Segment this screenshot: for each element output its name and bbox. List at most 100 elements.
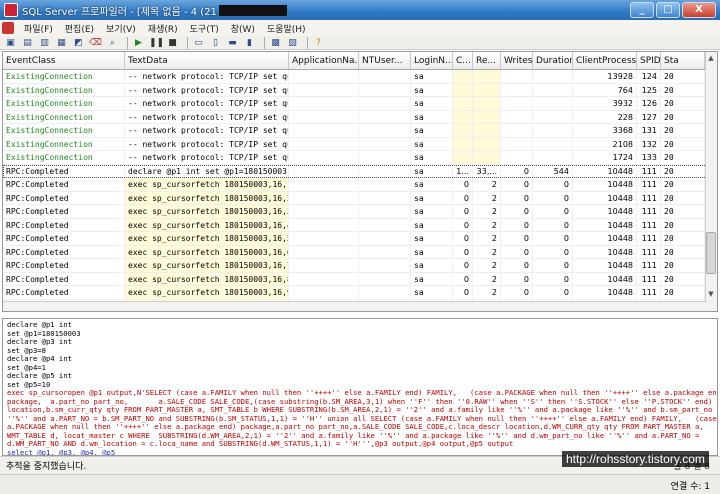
column-header-8[interactable]: Duration bbox=[533, 52, 573, 69]
table-cell bbox=[289, 191, 359, 204]
window1-icon[interactable]: ▭ bbox=[192, 37, 205, 49]
table-cell bbox=[289, 286, 359, 299]
table-cell: 2108 bbox=[573, 137, 637, 150]
properties-icon[interactable]: ◩ bbox=[72, 37, 85, 49]
table-row[interactable]: ExistingConnection -- network protocol: T… bbox=[3, 124, 717, 138]
table-cell: exec sp_cursorfetch 180150003,16,2,1 bbox=[125, 191, 289, 204]
table-cell: 131 bbox=[637, 124, 661, 137]
column-header-5[interactable]: C... bbox=[453, 52, 473, 69]
window2-icon[interactable]: ▯ bbox=[209, 37, 222, 49]
table-row[interactable]: RPC:Completedexec sp_cursorfetch 1801500… bbox=[3, 286, 717, 300]
horizontal-scrollbar[interactable] bbox=[3, 301, 707, 311]
table-cell: 20 bbox=[661, 178, 705, 191]
column-header-7[interactable]: Writes bbox=[501, 52, 533, 69]
table-cell: 0 bbox=[453, 286, 473, 299]
table-cell: RPC:Completed bbox=[3, 286, 125, 299]
menu-item-3[interactable]: 재생(R) bbox=[142, 22, 184, 35]
table-row[interactable]: RPC:Completedexec sp_cursorfetch 1801500… bbox=[3, 191, 717, 205]
window3-icon[interactable]: ▬ bbox=[226, 37, 239, 49]
table-cell bbox=[453, 124, 473, 137]
table-cell: sa bbox=[411, 97, 453, 110]
column-header-2[interactable]: ApplicationNa... bbox=[289, 52, 359, 69]
table-row[interactable]: ExistingConnection -- network protocol: T… bbox=[3, 110, 717, 124]
table-row[interactable]: ExistingConnection -- network protocol: T… bbox=[3, 97, 717, 111]
window4-icon[interactable]: ▮ bbox=[243, 37, 256, 49]
table-cell: 33,... bbox=[473, 164, 501, 177]
table-cell: -- network protocol: TCP/IP set qu... bbox=[125, 151, 289, 164]
table-row[interactable]: RPC:Completedexec sp_cursorfetch 1801500… bbox=[3, 178, 717, 192]
table-cell: RPC:Completed bbox=[3, 232, 125, 245]
table-cell bbox=[359, 151, 411, 164]
table-cell bbox=[359, 286, 411, 299]
table-row[interactable]: RPC:Completedexec sp_cursorfetch 1801500… bbox=[3, 205, 717, 219]
table-cell: sa bbox=[411, 178, 453, 191]
menu-item-6[interactable]: 도움말(H) bbox=[261, 22, 312, 35]
menu-item-1[interactable]: 편집(E) bbox=[59, 22, 100, 35]
menu-item-2[interactable]: 보기(V) bbox=[100, 22, 142, 35]
scroll-up-icon[interactable]: ▲ bbox=[706, 53, 716, 63]
menu-item-0[interactable]: 파일(F) bbox=[18, 22, 59, 35]
table-cell: 2 bbox=[473, 272, 501, 285]
column-header-4[interactable]: LoginN... bbox=[411, 52, 453, 69]
column-header-11[interactable]: Sta bbox=[661, 52, 705, 69]
table-cell: 0 bbox=[501, 164, 533, 177]
menu-item-5[interactable]: 창(W) bbox=[225, 22, 261, 35]
new-trace-icon[interactable]: ▣ bbox=[4, 37, 17, 49]
table-cell bbox=[359, 83, 411, 96]
menu-item-4[interactable]: 도구(T) bbox=[184, 22, 225, 35]
table-cell bbox=[473, 137, 501, 150]
open-icon[interactable]: ▤ bbox=[21, 37, 34, 49]
save-icon[interactable]: ▥ bbox=[38, 37, 51, 49]
trace-grid[interactable]: EventClass TextData ApplicationNa... NTUser… bbox=[2, 51, 718, 312]
table-cell bbox=[453, 83, 473, 96]
column-header-3[interactable]: NTUser... bbox=[359, 52, 411, 69]
close-button[interactable]: X bbox=[682, 2, 716, 18]
table-row[interactable]: RPC:Completed declare @p1 int set @p1=180… bbox=[3, 164, 717, 178]
erase-icon[interactable]: ⌫ bbox=[89, 37, 102, 49]
table-cell: 0 bbox=[453, 218, 473, 231]
table-cell: 132 bbox=[637, 137, 661, 150]
grid-icon[interactable]: ▩ bbox=[269, 37, 282, 49]
template-icon[interactable]: ▦ bbox=[55, 37, 68, 49]
table-cell: 20 bbox=[661, 124, 705, 137]
table-row[interactable]: ExistingConnection -- network protocol: T… bbox=[3, 137, 717, 151]
table-row[interactable]: RPC:Completedexec sp_cursorfetch 1801500… bbox=[3, 232, 717, 246]
table-cell: 0 bbox=[453, 272, 473, 285]
column-header-10[interactable]: SPID bbox=[637, 52, 661, 69]
table-row[interactable]: ExistingConnection -- network protocol: T… bbox=[3, 83, 717, 97]
table-cell bbox=[533, 70, 573, 83]
table-cell bbox=[289, 83, 359, 96]
table-row[interactable]: ExistingConnection -- network protocol: T… bbox=[3, 151, 717, 165]
table-cell: 124 bbox=[637, 70, 661, 83]
document-icon[interactable] bbox=[2, 22, 14, 34]
table-cell: -- network protocol: TCP/IP set qu... bbox=[125, 97, 289, 110]
column-header-1[interactable]: TextData bbox=[125, 52, 289, 69]
table-cell: sa bbox=[411, 110, 453, 123]
table-cell: 0 bbox=[501, 178, 533, 191]
scroll-down-icon[interactable]: ▼ bbox=[706, 289, 716, 299]
table-row[interactable]: RPC:Completedexec sp_cursorfetch 1801500… bbox=[3, 259, 717, 273]
help-icon[interactable]: ? bbox=[312, 37, 325, 49]
table-cell: 0 bbox=[501, 272, 533, 285]
vertical-scrollbar[interactable]: ▲ ▼ bbox=[705, 52, 717, 311]
maximize-button[interactable]: □ bbox=[656, 2, 680, 18]
table-row[interactable]: RPC:Completedexec sp_cursorfetch 1801500… bbox=[3, 272, 717, 286]
table-cell: 20 bbox=[661, 97, 705, 110]
scroll-thumb[interactable] bbox=[706, 232, 716, 274]
column-header-0[interactable]: EventClass bbox=[3, 52, 125, 69]
stop-icon[interactable]: ■ bbox=[166, 37, 179, 49]
sql-text-pane[interactable]: declare @p1 int set @p1=180150003 declare … bbox=[2, 318, 718, 456]
run-icon[interactable]: ▶ bbox=[132, 37, 145, 49]
column-header-6[interactable]: Re... bbox=[473, 52, 501, 69]
pause-icon[interactable]: ❚❚ bbox=[149, 37, 164, 49]
table-row[interactable]: RPC:Completedexec sp_cursorfetch 1801500… bbox=[3, 245, 717, 259]
minimize-button[interactable]: _ bbox=[630, 2, 654, 18]
table-cell: 0 bbox=[453, 259, 473, 272]
table-cell: ExistingConnection bbox=[3, 70, 125, 83]
column-header-9[interactable]: ClientProcessID bbox=[573, 52, 637, 69]
chart-icon[interactable]: ▧ bbox=[286, 37, 299, 49]
table-row[interactable]: ExistingConnection -- network protocol: T… bbox=[3, 70, 717, 84]
find-icon[interactable]: ⌕ bbox=[106, 37, 119, 49]
table-row[interactable]: RPC:Completedexec sp_cursorfetch 1801500… bbox=[3, 218, 717, 232]
table-cell: sa bbox=[411, 272, 453, 285]
